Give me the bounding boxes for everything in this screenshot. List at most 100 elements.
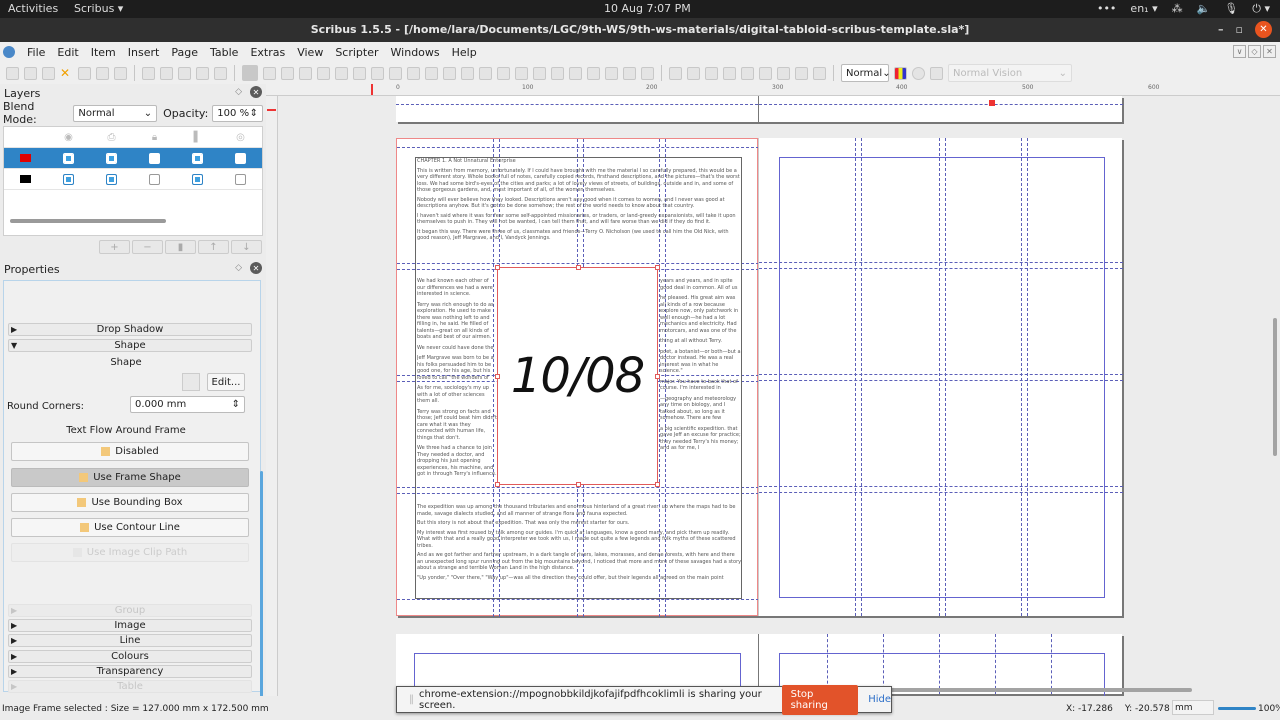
use-contour-line-button[interactable]: Use Contour Line: [11, 518, 249, 537]
copy-properties-icon[interactable]: [605, 66, 618, 80]
layer-row[interactable]: [4, 169, 262, 190]
undo-icon[interactable]: [142, 66, 155, 80]
preflight-icon[interactable]: [96, 66, 109, 80]
use-bounding-box-button[interactable]: Use Bounding Box: [11, 493, 249, 512]
resize-handle[interactable]: [576, 265, 581, 270]
resize-handle[interactable]: [655, 482, 660, 487]
table-icon[interactable]: [317, 66, 330, 80]
spiral-icon[interactable]: [389, 66, 402, 80]
section-transparency[interactable]: ▶ Transparency: [8, 665, 252, 678]
language-indicator[interactable]: en₁ ▾: [1130, 2, 1157, 16]
float-panel-icon[interactable]: ◇: [235, 87, 242, 97]
layer-lock-checkbox[interactable]: [149, 152, 160, 164]
close-window-button[interactable]: ✕: [1255, 21, 1272, 38]
export-pdf-icon[interactable]: [114, 66, 127, 80]
add-layer-button[interactable]: +: [99, 240, 130, 254]
canvas-vertical-scrollbar[interactable]: [1273, 318, 1277, 456]
layer-lock-checkbox[interactable]: [149, 173, 160, 185]
stop-sharing-button[interactable]: Stop sharing: [781, 684, 859, 715]
activities-button[interactable]: Activities: [8, 2, 58, 15]
edit-text-icon[interactable]: [533, 66, 546, 80]
pdf-tools-icon[interactable]: [641, 66, 654, 80]
page-previous-right[interactable]: [758, 96, 1123, 122]
pdf-list-box-icon[interactable]: [759, 66, 772, 80]
round-corners-spinbox[interactable]: 0.000 mm ⇕: [130, 396, 245, 413]
microphone-icon[interactable]: 🎙: [1224, 2, 1238, 16]
pdf-annotation-icon[interactable]: [813, 66, 826, 80]
pdf-link-annotation-icon[interactable]: [795, 66, 808, 80]
zoom-slider[interactable]: [1218, 707, 1256, 710]
measure-icon[interactable]: [587, 66, 600, 80]
spin-arrows-icon[interactable]: ⇕: [250, 108, 258, 119]
menu-help[interactable]: Help: [446, 46, 483, 59]
selected-image-frame[interactable]: 10/08: [495, 265, 660, 487]
layer-print-checkbox[interactable]: [106, 173, 117, 185]
remove-layer-button[interactable]: −: [132, 240, 163, 254]
freehand-icon[interactable]: [443, 66, 456, 80]
open-document-icon[interactable]: [24, 66, 37, 80]
close-panel-icon[interactable]: ✕: [250, 86, 262, 98]
tray-more-icon[interactable]: •••: [1097, 2, 1116, 16]
app-menu[interactable]: Scribus ▾: [74, 2, 123, 15]
document-canvas[interactable]: 0 100 200 300 400 500 600 CHAPTER 1. A N…: [266, 84, 1280, 696]
pdf-text-field-icon[interactable]: [723, 66, 736, 80]
float-panel-icon[interactable]: ◇: [235, 263, 242, 273]
polygon-icon[interactable]: [353, 66, 366, 80]
duplicate-layer-button[interactable]: ▮: [165, 240, 196, 254]
color-management-icon[interactable]: [894, 66, 907, 80]
eyedropper-icon[interactable]: [623, 66, 636, 80]
layer-row[interactable]: [4, 148, 262, 169]
hide-button[interactable]: Hide: [868, 694, 891, 705]
pdf-text-annotation-icon[interactable]: [777, 66, 790, 80]
page-next-left[interactable]: [396, 634, 758, 696]
section-image[interactable]: ▶ Image: [8, 619, 252, 632]
page-previous-left[interactable]: [396, 96, 758, 122]
shape-icon[interactable]: [335, 66, 348, 80]
page-left[interactable]: CHAPTER 1. A Not Unnatural Enterprise Th…: [396, 138, 759, 617]
menu-insert[interactable]: Insert: [122, 46, 166, 59]
resize-handle[interactable]: [495, 482, 500, 487]
clock[interactable]: 10 Aug 7:07 PM: [604, 2, 691, 15]
resize-handle[interactable]: [495, 265, 500, 270]
mdi-close-icon[interactable]: ✕: [1263, 45, 1276, 58]
cut-icon[interactable]: [178, 66, 191, 80]
raise-layer-button[interactable]: ↑: [198, 240, 229, 254]
vertical-ruler[interactable]: [266, 96, 278, 696]
menu-view[interactable]: View: [291, 46, 329, 59]
layer-outline-checkbox[interactable]: [235, 173, 246, 185]
layer-flow-checkbox[interactable]: [192, 152, 203, 164]
edit-contents-icon[interactable]: [515, 66, 528, 80]
power-icon[interactable]: ⏻ ▾: [1252, 2, 1270, 16]
render-frame-icon[interactable]: [299, 66, 312, 80]
resize-handle[interactable]: [495, 374, 500, 379]
mdi-minimize-icon[interactable]: ∨: [1233, 45, 1246, 58]
redo-icon[interactable]: [160, 66, 173, 80]
zoom-icon[interactable]: [497, 66, 510, 80]
calligraphic-icon[interactable]: [461, 66, 474, 80]
restore-button[interactable]: ▫: [1236, 23, 1243, 36]
menu-item[interactable]: Item: [85, 46, 122, 59]
properties-vertical-scrollbar[interactable]: [260, 471, 263, 697]
menu-extras[interactable]: Extras: [244, 46, 291, 59]
page-right[interactable]: [758, 138, 1123, 616]
line-icon[interactable]: [407, 66, 420, 80]
minimize-button[interactable]: –: [1218, 23, 1224, 36]
save-icon[interactable]: [42, 66, 55, 80]
new-document-icon[interactable]: [6, 66, 19, 80]
network-icon[interactable]: ⁂: [1172, 2, 1183, 16]
layer-outline-checkbox[interactable]: [235, 152, 246, 164]
section-drop-shadow[interactable]: ▶ Drop Shadow: [8, 323, 252, 336]
layer-print-checkbox[interactable]: [106, 152, 117, 164]
menu-windows[interactable]: Windows: [385, 46, 446, 59]
menu-page[interactable]: Page: [165, 46, 204, 59]
layer-visible-checkbox[interactable]: [63, 152, 74, 164]
layer-visible-checkbox[interactable]: [63, 173, 74, 185]
link-frames-icon[interactable]: [551, 66, 564, 80]
section-colours[interactable]: ▶ Colours: [8, 650, 252, 663]
lower-layer-button[interactable]: ↓: [231, 240, 262, 254]
paste-icon[interactable]: [214, 66, 227, 80]
preview-eye-icon[interactable]: [912, 66, 925, 80]
menu-table[interactable]: Table: [204, 46, 244, 59]
print-icon[interactable]: [78, 66, 91, 80]
section-line[interactable]: ▶ Line: [8, 634, 252, 647]
